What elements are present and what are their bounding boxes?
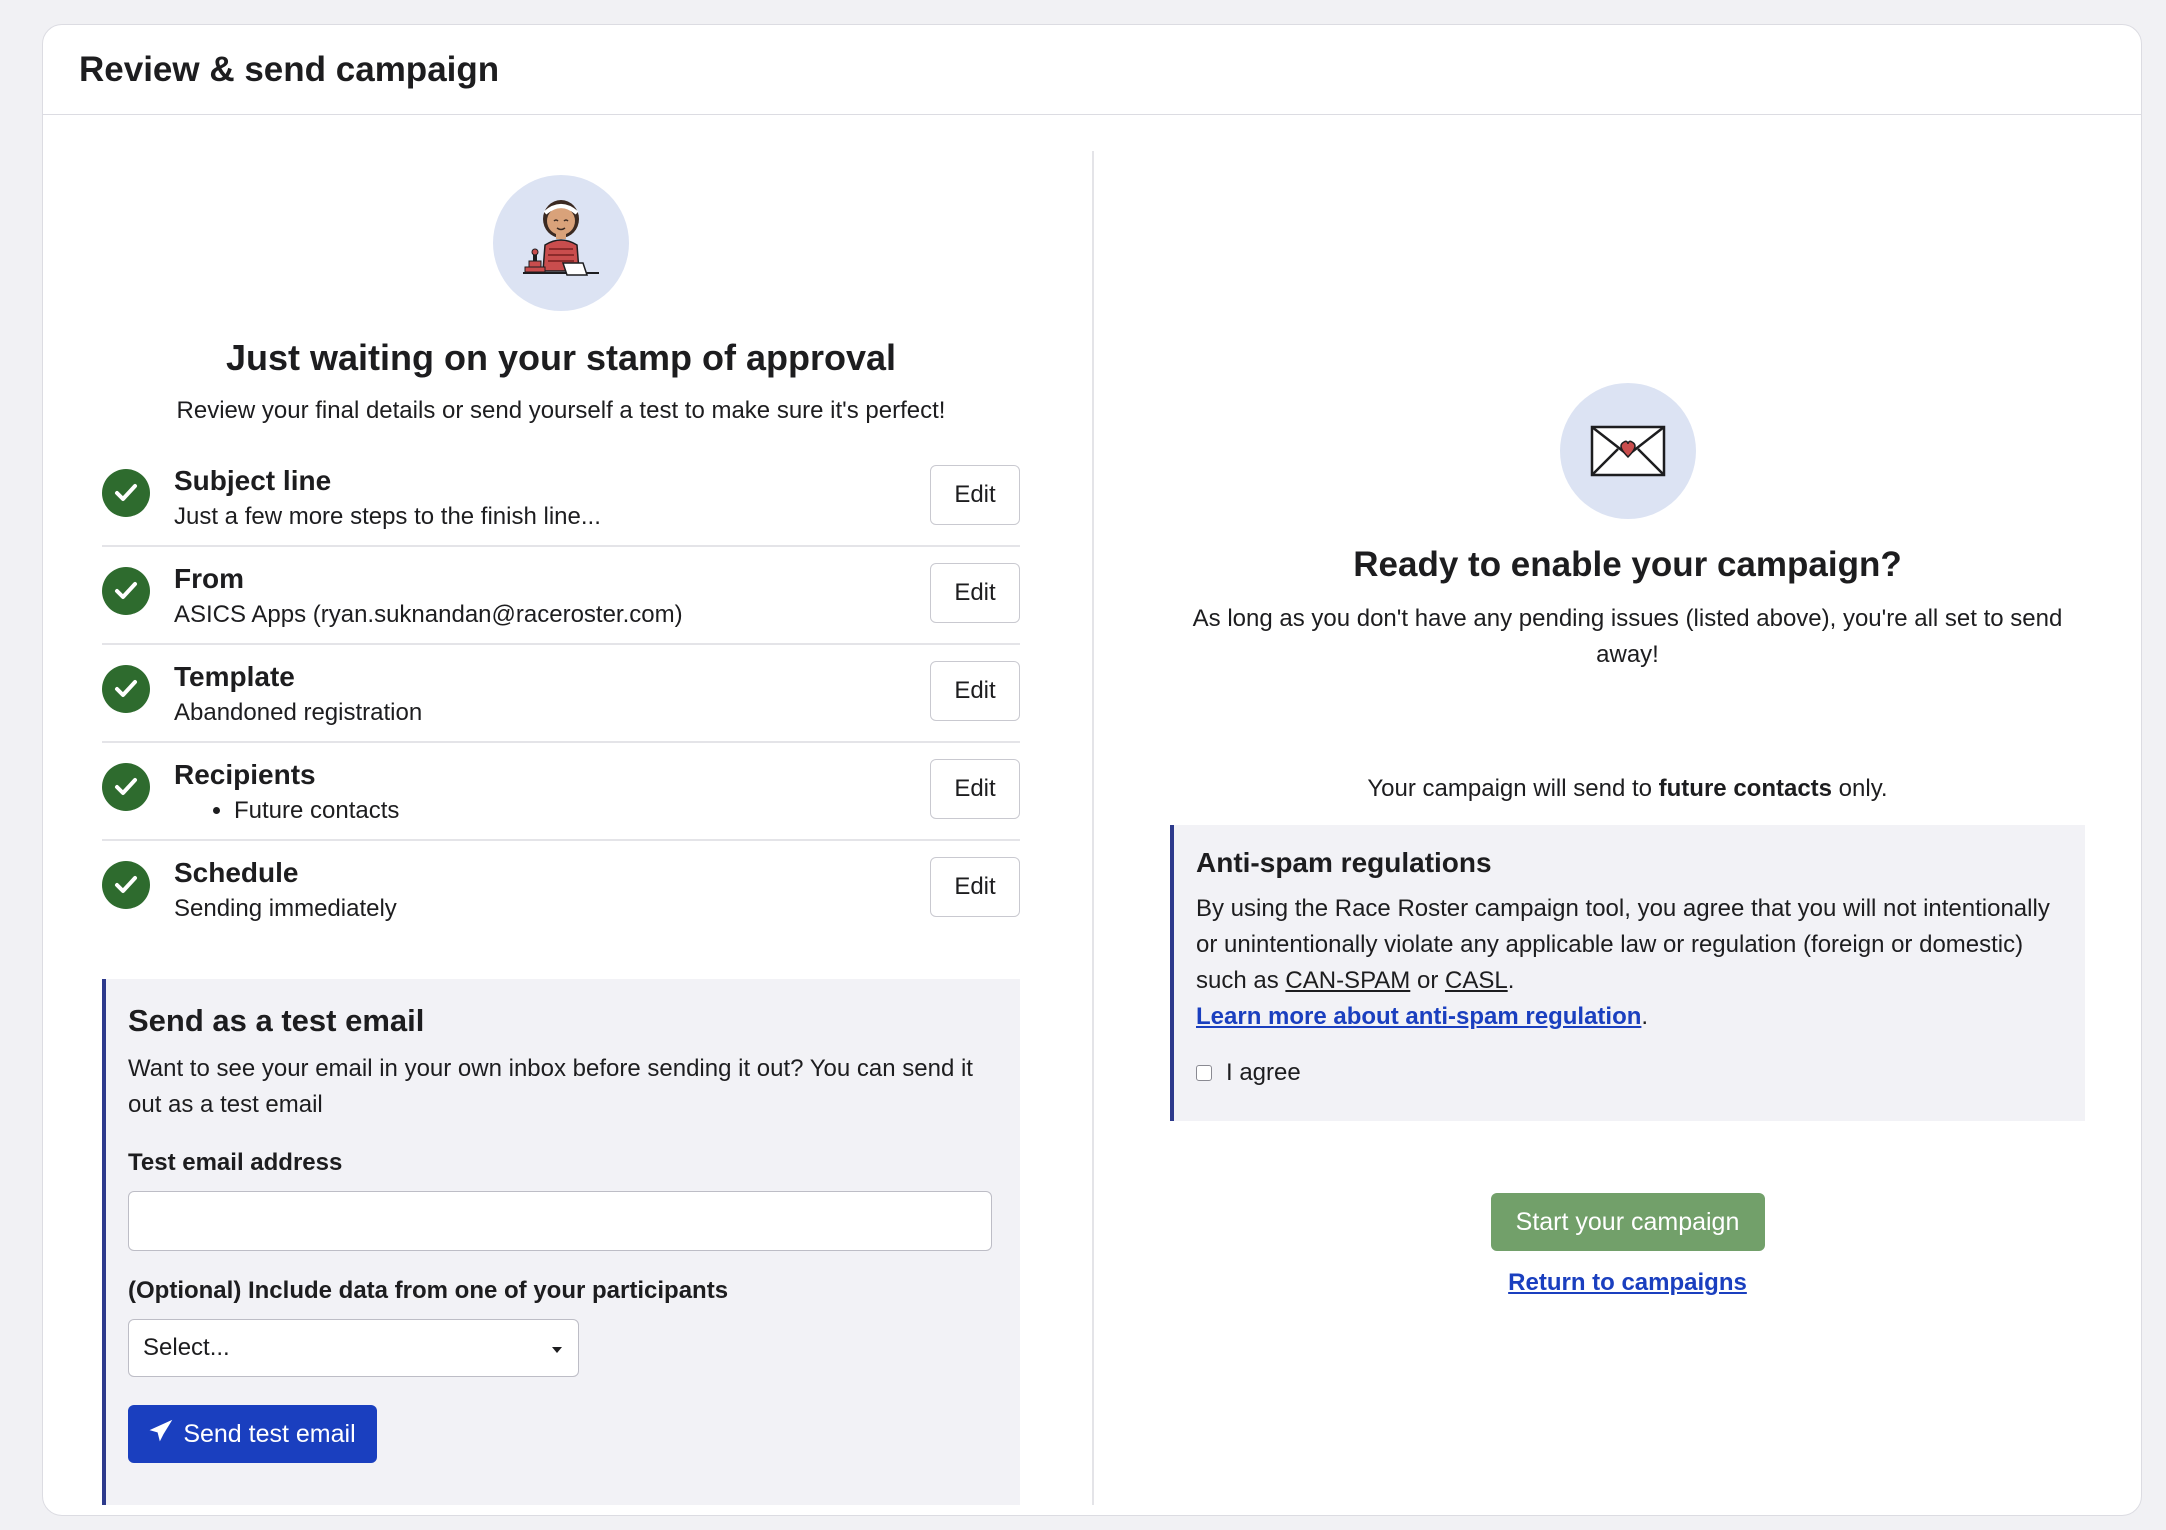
hero-title: Just waiting on your stamp of approval: [225, 337, 897, 378]
edit-schedule-button[interactable]: Edit: [930, 857, 1020, 917]
stamp-person-icon: [523, 200, 599, 276]
agree-checkbox[interactable]: [1196, 1065, 1212, 1081]
test-email-title: Send as a test email: [128, 1003, 425, 1038]
edit-from-button[interactable]: Edit: [930, 563, 1020, 623]
recipients-list: Future contacts: [234, 797, 399, 825]
send-to-audience: future contacts: [1658, 775, 1833, 802]
test-email-panel: Send as a test email Want to see your em…: [102, 979, 1020, 1505]
return-to-campaigns-link[interactable]: Return to campaigns: [1170, 1269, 2085, 1297]
checklist-item-schedule: Schedule Sending immediately Edit: [102, 841, 1020, 937]
checklist-item-value: Just a few more steps to the finish line…: [174, 503, 601, 530]
edit-recipients-button[interactable]: Edit: [930, 759, 1020, 819]
check-circle-icon: [102, 665, 150, 713]
learn-more-period: .: [1641, 1003, 1649, 1030]
hero-subtitle: Review your final details or send yourse…: [176, 397, 946, 424]
send-test-email-button[interactable]: Send test email: [128, 1405, 377, 1463]
envelope-illustration: [1559, 383, 1696, 519]
checklist-item-value: Abandoned registration: [174, 699, 423, 726]
check-circle-icon: [102, 567, 150, 615]
checklist-item-template: Template Abandoned registration Edit: [102, 645, 1020, 743]
list-item: Future contacts: [234, 797, 399, 825]
agree-label[interactable]: I agree: [1226, 1059, 1301, 1087]
test-email-description: Want to see your email in your own inbox…: [128, 1055, 973, 1118]
edit-subject-line-button[interactable]: Edit: [930, 465, 1020, 525]
ready-title: Ready to enable your campaign?: [1353, 545, 1902, 584]
check-circle-icon: [102, 763, 150, 811]
can-spam-term: CAN-SPAM: [1285, 967, 1411, 994]
check-circle-icon: [102, 861, 150, 909]
agree-row: I agree: [1196, 1059, 2061, 1087]
heart-envelope-icon: [1590, 425, 1665, 477]
checklist-item-label: From: [174, 563, 244, 594]
review-checklist: Subject line Just a few more steps to th…: [102, 449, 1020, 937]
checklist-item-label: Subject line: [174, 465, 332, 496]
send-to-prefix: Your campaign will send to: [1367, 775, 1659, 802]
anti-spam-or: or: [1410, 967, 1445, 994]
test-email-label: Test email address: [128, 1149, 343, 1176]
checklist-item-label: Template: [174, 661, 295, 692]
checklist-item-label: Recipients: [174, 759, 316, 790]
learn-more-link[interactable]: Learn more about anti-spam regulation: [1196, 1003, 1641, 1030]
campaign-review-card: Review & send campaign Just waiting on y…: [42, 24, 2142, 1516]
start-campaign-button[interactable]: Start your campaign: [1490, 1193, 1765, 1251]
send-to-note: Your campaign will send to future contac…: [1170, 775, 2085, 803]
send-test-email-label: Send test email: [183, 1419, 356, 1448]
checklist-item-label: Schedule: [174, 857, 299, 888]
anti-spam-text: By using the Race Roster campaign tool, …: [1196, 891, 2061, 1035]
checklist-item-value: ASICS Apps (ryan.suknandan@raceroster.co…: [174, 601, 683, 628]
checklist-item-from: From ASICS Apps (ryan.suknandan@racerost…: [102, 547, 1020, 645]
anti-spam-title: Anti-spam regulations: [1196, 847, 1492, 878]
test-email-input[interactable]: [128, 1191, 992, 1251]
paper-plane-icon: [149, 1419, 173, 1450]
caret-down-icon: [550, 1334, 564, 1362]
anti-spam-period: .: [1507, 967, 1515, 994]
approval-illustration: [493, 175, 629, 311]
enable-column: Ready to enable your campaign? As long a…: [1170, 151, 2085, 1297]
send-to-suffix: only.: [1832, 775, 1888, 802]
ready-subtitle: As long as you don't have any pending is…: [1192, 605, 2063, 668]
anti-spam-panel: Anti-spam regulations By using the Race …: [1170, 825, 2085, 1121]
edit-template-button[interactable]: Edit: [930, 661, 1020, 721]
check-circle-icon: [102, 469, 150, 517]
participant-select[interactable]: Select...: [128, 1319, 579, 1377]
card-header: Review & send campaign: [43, 25, 2141, 115]
page-title: Review & send campaign: [79, 49, 500, 89]
participant-select-value: Select...: [143, 1334, 230, 1361]
checklist-item-value: Sending immediately: [174, 895, 397, 922]
participant-label: (Optional) Include data from one of your…: [128, 1277, 729, 1304]
review-column: Just waiting on your stamp of approval R…: [102, 151, 1020, 1505]
casl-term: CASL: [1444, 967, 1508, 994]
column-divider: [1092, 151, 1094, 1505]
checklist-item-subject-line: Subject line Just a few more steps to th…: [102, 449, 1020, 547]
checklist-item-recipients: Recipients Future contacts Edit: [102, 743, 1020, 841]
